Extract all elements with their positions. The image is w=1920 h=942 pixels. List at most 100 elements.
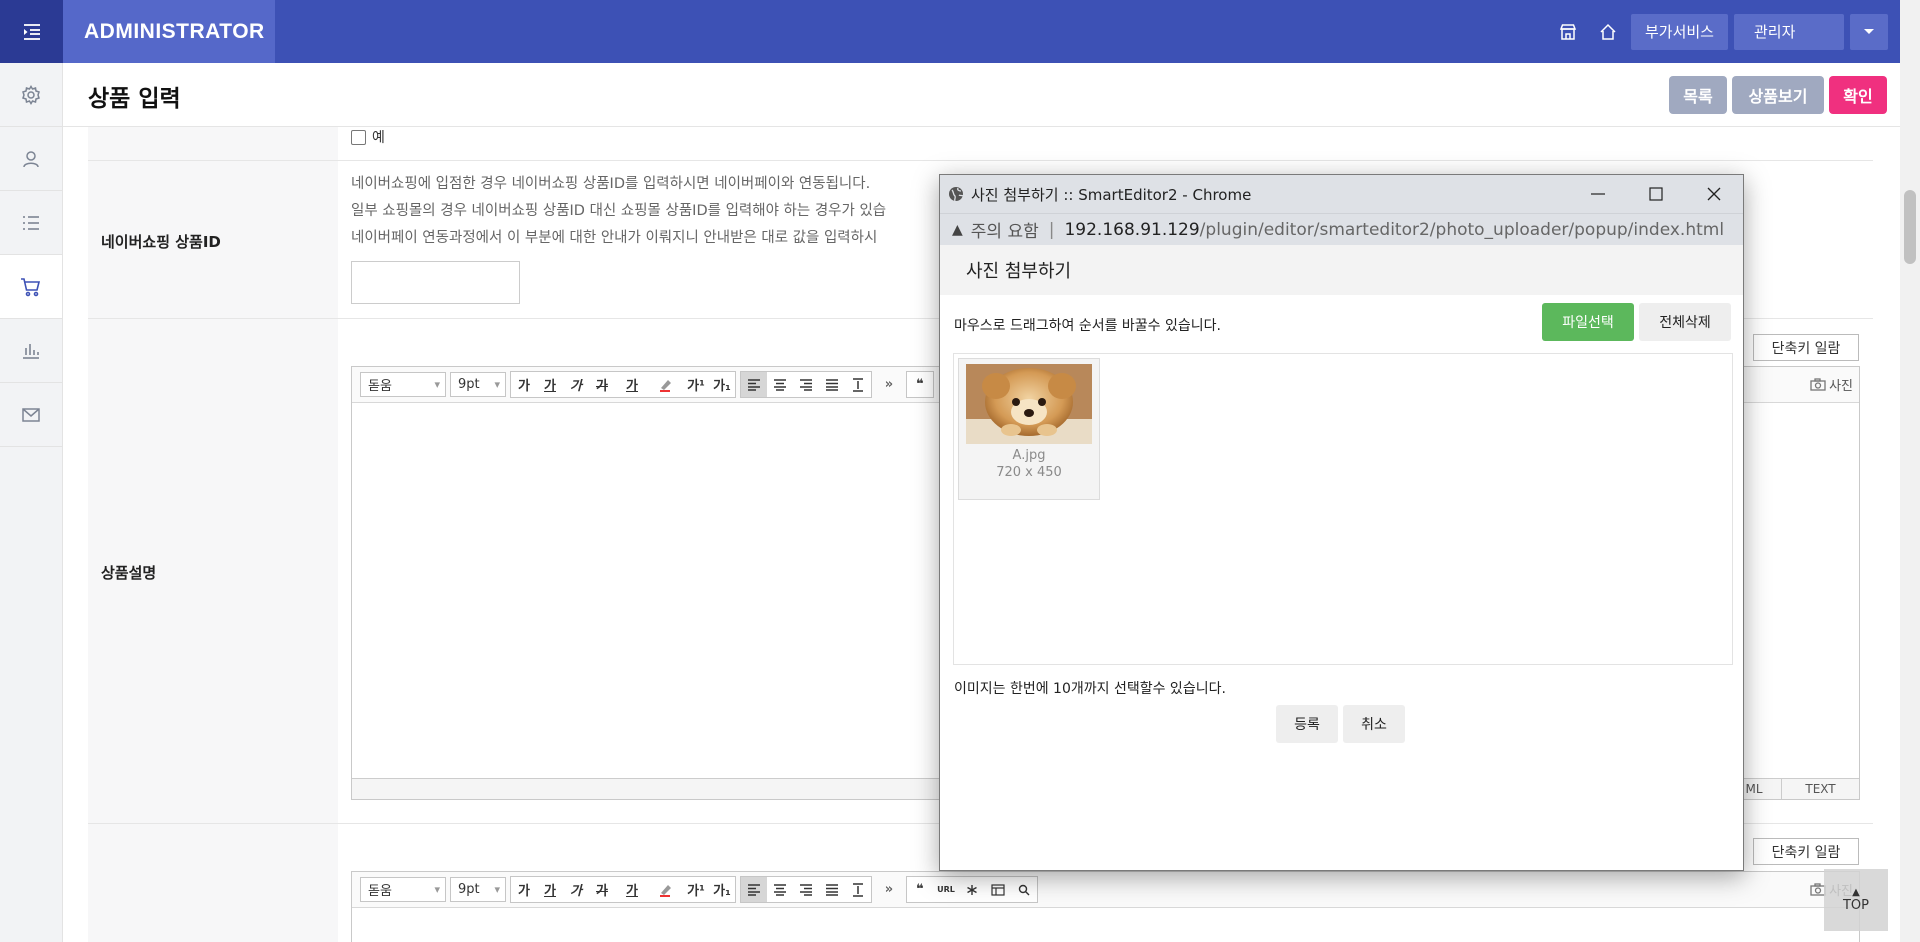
maximize-button[interactable] (1627, 175, 1685, 213)
address-divider: | (1048, 219, 1055, 240)
superscript-button[interactable]: 가¹ (683, 372, 709, 397)
align-left-button-2[interactable] (741, 877, 767, 902)
strikethrough-button-2[interactable]: 가 (589, 877, 615, 902)
more-tools-button-2[interactable]: » (876, 877, 902, 902)
view-product-button[interactable]: 상품보기 (1732, 76, 1824, 114)
bold-button-2[interactable]: 가 (511, 877, 537, 902)
italic-button[interactable]: 가 (563, 372, 589, 397)
scroll-top-button[interactable]: ▲ TOP (1824, 869, 1888, 931)
sidebar-item-mail[interactable] (0, 383, 62, 447)
arrow-up-icon: ▲ (1852, 886, 1860, 898)
row-label-cell (88, 824, 338, 942)
highlight-button-2[interactable] (649, 877, 683, 902)
photo-thumbnail-item[interactable]: A.jpg 720 x 450 (958, 358, 1100, 500)
close-window-button[interactable] (1685, 175, 1743, 213)
url-button-2[interactable]: URL (933, 877, 959, 902)
naver-help-line-3: 네이버페이 연동과정에서 이 부분에 대한 안내가 이뤄지니 안내받은 대로 값… (351, 230, 878, 246)
home-icon[interactable] (1591, 15, 1625, 49)
shortcut-list-button[interactable]: 단축키 일람 (1753, 334, 1859, 361)
font-family-select-2[interactable]: 돋움 (360, 877, 446, 902)
confirm-button[interactable]: 확인 (1829, 76, 1887, 114)
page-scrollbar[interactable] (1900, 0, 1920, 942)
admin-dropdown-toggle[interactable] (1850, 13, 1888, 50)
font-color-button-2[interactable]: 가 (615, 877, 649, 902)
shortcut-list-button-2[interactable]: 단축키 일람 (1753, 838, 1859, 865)
subscript-button-2[interactable]: 가₁ (709, 877, 735, 902)
row-label-cell (88, 127, 338, 160)
align-justify-button-2[interactable] (819, 877, 845, 902)
addon-services-button[interactable]: 부가서비스 (1630, 13, 1728, 50)
strikethrough-button[interactable]: 가 (589, 372, 615, 397)
naver-id-label: 네이버쇼핑 상품ID (101, 233, 221, 251)
mail-icon (22, 407, 40, 422)
sidebar-item-shop[interactable] (0, 255, 62, 319)
delete-all-button[interactable]: 전체삭제 (1639, 303, 1731, 341)
minimize-button[interactable] (1569, 175, 1627, 213)
scrollbar-thumb[interactable] (1904, 190, 1916, 264)
list-button[interactable]: 목록 (1669, 76, 1727, 114)
row-label-cell: 네이버쇼핑 상품ID (88, 161, 338, 318)
row-label-cell: 상품설명 (88, 319, 338, 823)
quote-button-group: ❝ (906, 371, 934, 398)
font-size-select[interactable]: 9pt (450, 372, 506, 397)
photo-file-name: A.jpg (1012, 448, 1046, 463)
more-tools-button[interactable]: » (876, 372, 902, 397)
description-label: 상품설명 (101, 564, 157, 582)
insert-button-group-2: ❝ URL (906, 876, 1038, 903)
line-height-button[interactable] (845, 372, 871, 397)
popup-address-bar[interactable]: ▲ 주의 요함 | 192.168.91.129/plugin/editor/s… (940, 213, 1743, 245)
font-family-select[interactable]: 돋움 (360, 372, 446, 397)
menu-toggle-button[interactable] (0, 0, 63, 63)
font-color-button[interactable]: 가 (615, 372, 649, 397)
align-center-button-2[interactable] (767, 877, 793, 902)
list-icon (23, 215, 39, 230)
underline-button[interactable]: 가 (537, 372, 563, 397)
sidebar (0, 63, 63, 942)
naver-id-input[interactable] (351, 261, 520, 304)
photo-attach-button[interactable]: 사진 (1810, 375, 1853, 394)
shop-icon[interactable] (1551, 15, 1585, 49)
text-mode-tab[interactable]: TEXT (1781, 779, 1859, 799)
popup-titlebar[interactable]: 사진 첨부하기 :: SmartEditor2 - Chrome (940, 175, 1743, 213)
align-justify-button[interactable] (819, 372, 845, 397)
popup-heading: 사진 첨부하기 (940, 245, 1743, 295)
photo-drop-area[interactable]: A.jpg 720 x 450 (953, 353, 1733, 665)
second-editor: 돋움 9pt 가 가 가 가 가 가¹ 가₁ (351, 871, 1860, 942)
sidebar-item-settings[interactable] (0, 63, 62, 127)
subscript-button[interactable]: 가₁ (709, 372, 735, 397)
align-left-button[interactable] (741, 372, 767, 397)
register-button[interactable]: 등록 (1276, 705, 1338, 743)
cancel-button[interactable]: 취소 (1343, 705, 1405, 743)
camera-icon (1810, 378, 1826, 391)
align-right-button-2[interactable] (793, 877, 819, 902)
highlighter-icon (660, 884, 671, 897)
brand-title[interactable]: ADMINISTRATOR (63, 0, 275, 63)
select-file-button[interactable]: 파일선택 (1542, 303, 1634, 341)
page-title: 상품 입력 (88, 86, 181, 112)
line-height-icon (853, 377, 863, 392)
format-button-group: 가 가 가 가 가 가¹ 가₁ (510, 371, 736, 398)
quote-button-2[interactable]: ❝ (907, 877, 933, 902)
table-button-2[interactable] (985, 877, 1011, 902)
drag-reorder-info: 마우스로 드래그하여 순서를 바꿀수 있습니다. (954, 318, 1221, 334)
bold-button[interactable]: 가 (511, 372, 537, 397)
bar-chart-icon (23, 343, 39, 359)
highlight-button[interactable] (649, 372, 683, 397)
find-button-2[interactable] (1011, 877, 1037, 902)
superscript-button-2[interactable]: 가¹ (683, 877, 709, 902)
sidebar-item-stats[interactable] (0, 319, 62, 383)
special-char-button-2[interactable] (959, 877, 985, 902)
admin-menu-button[interactable]: 관리자 (1734, 13, 1844, 50)
italic-button-2[interactable]: 가 (563, 877, 589, 902)
sidebar-item-board[interactable] (0, 191, 62, 255)
font-size-select-2[interactable]: 9pt (450, 877, 506, 902)
align-right-button[interactable] (793, 372, 819, 397)
yes-checkbox[interactable] (351, 129, 366, 145)
align-center-button[interactable] (767, 372, 793, 397)
sidebar-item-members[interactable] (0, 127, 62, 191)
quote-button[interactable]: ❝ (907, 372, 933, 397)
line-height-button-2[interactable] (845, 877, 871, 902)
text-mode-tab-label: TEXT (1805, 782, 1836, 796)
page-header: 상품 입력 목록 상품보기 확인 (63, 63, 1900, 127)
underline-button-2[interactable]: 가 (537, 877, 563, 902)
